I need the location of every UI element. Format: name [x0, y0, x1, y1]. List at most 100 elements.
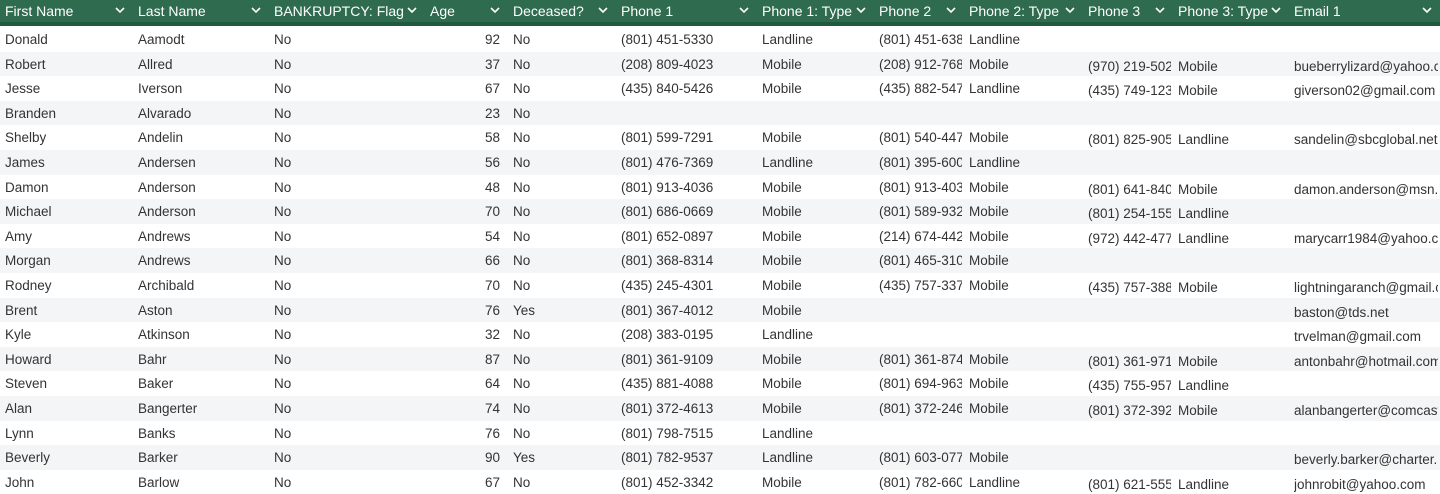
cell-last-name[interactable]: Aamodt [138, 27, 267, 52]
chevron-down-icon[interactable] [407, 0, 417, 14]
cell-phone-3-type[interactable]: Mobile [1178, 52, 1287, 77]
cell-phone-3-type[interactable]: Mobile [1178, 175, 1287, 200]
cell-phone-1-type[interactable]: Mobile [762, 224, 872, 249]
cell-phone-1[interactable] [621, 101, 755, 126]
cell-first-name[interactable]: Amy [5, 224, 131, 249]
table-row[interactable]: Rodney Archibald No 70 No (435) 245-4301 Mobil… [0, 273, 1440, 298]
cell-first-name[interactable]: Beverly [5, 445, 131, 470]
cell-deceased[interactable]: No [513, 421, 614, 446]
column-header-phone-1-type[interactable]: Phone 1: Type [757, 0, 874, 22]
chevron-down-icon[interactable] [1155, 0, 1165, 14]
cell-phone-3[interactable]: (801) 825-905 [1088, 125, 1171, 150]
cell-last-name[interactable]: Bahr [138, 347, 267, 372]
cell-email-1[interactable]: antonbahr@hotmail.com [1294, 347, 1438, 372]
chevron-down-icon[interactable] [251, 0, 261, 14]
cell-last-name[interactable]: Baker [138, 371, 267, 396]
cell-phone-3[interactable]: (435) 755-957 [1088, 371, 1171, 396]
cell-last-name[interactable]: Andersen [138, 150, 267, 175]
cell-deceased[interactable]: Yes [513, 298, 614, 323]
cell-phone-1-type[interactable] [762, 101, 872, 126]
cell-phone-1-type[interactable]: Landline [762, 421, 872, 446]
cell-deceased[interactable]: No [513, 76, 614, 101]
cell-deceased[interactable]: No [513, 52, 614, 77]
cell-phone-1[interactable]: (435) 245-4301 [621, 273, 755, 298]
cell-last-name[interactable]: Allred [138, 52, 267, 77]
chevron-down-icon[interactable] [739, 0, 749, 14]
table-row[interactable]: Amy Andrews No 54 No (801) 652-0897 Mobile (214… [0, 224, 1440, 249]
cell-phone-1-type[interactable]: Landline [762, 445, 872, 470]
cell-phone-3[interactable]: (801) 372-392 [1088, 396, 1171, 421]
cell-deceased[interactable]: No [513, 396, 614, 421]
cell-phone-1[interactable]: (208) 383-0195 [621, 322, 755, 347]
cell-phone-3-type[interactable] [1178, 298, 1287, 323]
cell-phone-2[interactable]: (801) 694-963 [879, 371, 962, 396]
cell-phone-1[interactable]: (435) 840-5426 [621, 76, 755, 101]
cell-phone-1[interactable]: (801) 599-7291 [621, 125, 755, 150]
cell-email-1[interactable]: marycarr1984@yahoo.co [1294, 224, 1438, 249]
cell-phone-1-type[interactable]: Mobile [762, 347, 872, 372]
cell-deceased[interactable]: No [513, 347, 614, 372]
cell-phone-2[interactable]: (801) 465-310 [879, 248, 962, 273]
cell-first-name[interactable]: Damon [5, 175, 131, 200]
cell-phone-1[interactable]: (801) 913-4036 [621, 175, 755, 200]
cell-bankruptcy-flag[interactable]: No [274, 421, 423, 446]
cell-phone-1-type[interactable]: Mobile [762, 248, 872, 273]
cell-first-name[interactable]: Morgan [5, 248, 131, 273]
cell-bankruptcy-flag[interactable]: No [274, 298, 423, 323]
cell-phone-2-type[interactable]: Landline [969, 76, 1081, 101]
cell-first-name[interactable]: Jesse [5, 76, 131, 101]
table-row[interactable]: Steven Baker No 64 No (435) 881-4088 Mobile (80… [0, 371, 1440, 396]
cell-email-1[interactable] [1294, 199, 1438, 224]
column-header-phone-3[interactable]: Phone 3 [1083, 0, 1173, 22]
cell-phone-2-type[interactable]: Landline [969, 27, 1081, 52]
cell-bankruptcy-flag[interactable]: No [274, 347, 423, 372]
cell-phone-2-type[interactable]: Mobile [969, 175, 1081, 200]
column-header-phone-1[interactable]: Phone 1 [616, 0, 757, 22]
cell-phone-3[interactable]: (435) 749-123 [1088, 76, 1171, 101]
cell-deceased[interactable]: Yes [513, 445, 614, 470]
cell-first-name[interactable]: Rodney [5, 273, 131, 298]
cell-phone-1-type[interactable]: Mobile [762, 273, 872, 298]
cell-phone-2[interactable]: (801) 540-447 [879, 125, 962, 150]
cell-last-name[interactable]: Banks [138, 421, 267, 446]
cell-last-name[interactable]: Iverson [138, 76, 267, 101]
cell-last-name[interactable]: Barlow [138, 470, 267, 494]
cell-bankruptcy-flag[interactable]: No [274, 125, 423, 150]
chevron-down-icon[interactable] [856, 0, 866, 14]
cell-phone-2-type[interactable] [969, 421, 1081, 446]
cell-deceased[interactable]: No [513, 224, 614, 249]
table-row[interactable]: Damon Anderson No 48 No (801) 913-4036 Mobile(… [0, 175, 1440, 200]
cell-email-1[interactable]: lightningaranch@gmail.c [1294, 273, 1438, 298]
cell-age[interactable]: 64 [425, 371, 500, 396]
cell-phone-1-type[interactable]: Mobile [762, 76, 872, 101]
cell-deceased[interactable]: No [513, 27, 614, 52]
cell-phone-3-type[interactable] [1178, 101, 1287, 126]
cell-email-1[interactable]: johnrobit@yahoo.com [1294, 470, 1438, 494]
cell-email-1[interactable] [1294, 101, 1438, 126]
cell-phone-2-type[interactable]: Mobile [969, 347, 1081, 372]
cell-bankruptcy-flag[interactable]: No [274, 76, 423, 101]
cell-bankruptcy-flag[interactable]: No [274, 248, 423, 273]
cell-email-1[interactable]: bueberrylizard@yahoo.co [1294, 52, 1438, 77]
cell-phone-2-type[interactable]: Mobile [969, 224, 1081, 249]
cell-age[interactable]: 92 [425, 27, 500, 52]
cell-last-name[interactable]: Alvarado [138, 101, 267, 126]
chevron-down-icon[interactable] [1065, 0, 1075, 14]
cell-deceased[interactable]: No [513, 199, 614, 224]
column-header-phone-3-type[interactable]: Phone 3: Type [1173, 0, 1289, 22]
cell-phone-3[interactable]: (435) 757-388 [1088, 273, 1171, 298]
column-header-first-name[interactable]: First Name [0, 0, 133, 22]
column-header-bankruptcy-flag[interactable]: BANKRUPTCY: Flag [269, 0, 425, 22]
cell-bankruptcy-flag[interactable]: No [274, 175, 423, 200]
cell-email-1[interactable]: damon.anderson@msn.co [1294, 175, 1438, 200]
cell-phone-1[interactable]: (801) 361-9109 [621, 347, 755, 372]
cell-phone-3-type[interactable] [1178, 248, 1287, 273]
cell-email-1[interactable] [1294, 371, 1438, 396]
cell-phone-1[interactable]: (801) 372-4613 [621, 396, 755, 421]
cell-phone-3[interactable]: (801) 621-555 [1088, 470, 1171, 494]
cell-phone-3[interactable] [1088, 445, 1171, 470]
cell-phone-1[interactable]: (801) 652-0897 [621, 224, 755, 249]
column-header-last-name[interactable]: Last Name [133, 0, 269, 22]
cell-phone-1[interactable]: (801) 798-7515 [621, 421, 755, 446]
cell-age[interactable]: 23 [425, 101, 500, 126]
